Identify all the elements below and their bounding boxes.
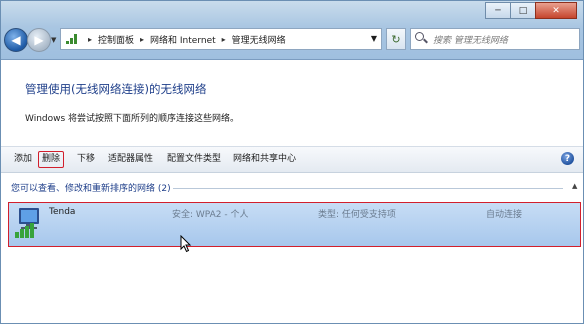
breadcrumb-manage-wireless[interactable]: 管理无线网络 <box>232 33 286 46</box>
search-icon <box>415 32 429 46</box>
network-name: Tenda <box>49 207 76 217</box>
adapter-properties-button[interactable]: 适配器属性 <box>105 151 156 167</box>
command-bar: 添加 删除 下移 适配器属性 配置文件类型 网络和共享中心 ? <box>1 146 583 173</box>
refresh-button[interactable]: ↻ <box>386 28 406 50</box>
delete-button[interactable]: 删除 <box>38 151 65 168</box>
help-icon[interactable]: ? <box>561 152 574 165</box>
recent-pages-dropdown[interactable]: ▼ <box>51 36 56 44</box>
group-divider <box>173 188 563 189</box>
search-input[interactable]: 搜索 管理无线网络 <box>410 28 580 50</box>
window-top-bar: ─ □ ✕ ◀ ▶ ▼ ▸ 控制面板 ▸ 网络和 Internet ▸ 管理无线… <box>1 1 583 60</box>
close-button[interactable]: ✕ <box>535 2 577 19</box>
mouse-cursor-icon <box>180 235 192 253</box>
network-connect-mode: 自动连接 <box>486 210 523 220</box>
minimize-button[interactable]: ─ <box>485 2 511 19</box>
breadcrumb-network-internet[interactable]: 网络和 Internet <box>150 33 216 46</box>
add-button[interactable]: 添加 <box>11 151 35 167</box>
network-security: 安全: WPA2 - 个人 <box>172 210 249 220</box>
network-type: 类型: 任何受支持项 <box>318 210 396 220</box>
page-description: Windows 将尝试按照下面所列的顺序连接这些网络。 <box>25 114 240 124</box>
breadcrumb: ▸ 控制面板 ▸ 网络和 Internet ▸ 管理无线网络 <box>82 33 286 46</box>
breadcrumb-separator-icon[interactable]: ▸ <box>222 35 226 44</box>
forward-button[interactable]: ▶ <box>27 28 51 52</box>
search-placeholder: 搜索 管理无线网络 <box>433 35 508 46</box>
collapse-group-icon[interactable]: ▲ <box>572 182 577 190</box>
network-sharing-center-button[interactable]: 网络和共享中心 <box>230 151 299 167</box>
breadcrumb-separator-icon[interactable]: ▸ <box>88 35 92 44</box>
maximize-button[interactable]: □ <box>510 2 536 19</box>
address-dropdown-icon[interactable]: ▼ <box>371 34 377 43</box>
breadcrumb-separator-icon[interactable]: ▸ <box>140 35 144 44</box>
profile-type-button[interactable]: 配置文件类型 <box>164 151 224 167</box>
manage-wireless-networks-window: ─ □ ✕ ◀ ▶ ▼ ▸ 控制面板 ▸ 网络和 Internet ▸ 管理无线… <box>0 0 584 324</box>
page-title: 管理使用(无线网络连接)的无线网络 <box>25 82 207 96</box>
network-row-tenda[interactable]: Tenda 安全: WPA2 - 个人 类型: 任何受支持项 自动连接 <box>8 202 581 247</box>
network-group-header[interactable]: 您可以查看、修改和重新排序的网络 (2) <box>11 181 171 194</box>
back-button[interactable]: ◀ <box>4 28 28 52</box>
wireless-network-icon <box>15 208 39 238</box>
network-bars-icon <box>66 34 78 44</box>
address-bar[interactable]: ▸ 控制面板 ▸ 网络和 Internet ▸ 管理无线网络 ▼ <box>60 28 382 50</box>
move-down-button[interactable]: 下移 <box>74 151 98 167</box>
breadcrumb-control-panel[interactable]: 控制面板 <box>98 33 134 46</box>
caption-buttons: ─ □ ✕ <box>485 2 577 19</box>
